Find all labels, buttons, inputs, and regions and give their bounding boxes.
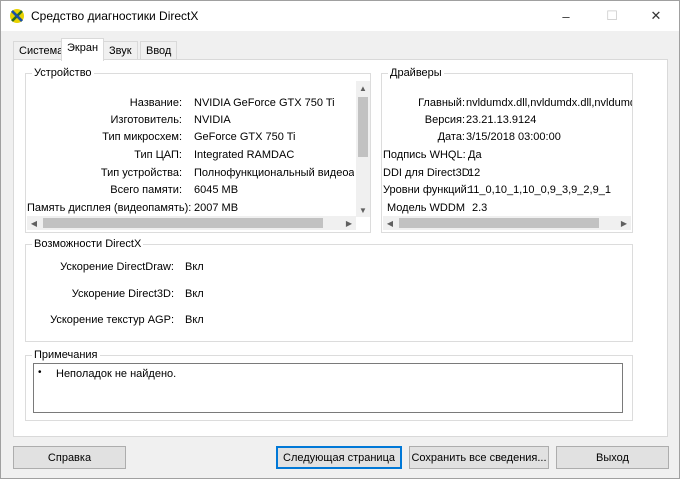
- driver-version-value: 23.21.13.9124: [466, 114, 537, 126]
- notes-group-title: Примечания: [32, 349, 100, 361]
- chip-type-label: Тип микросхем:: [102, 131, 182, 143]
- device-name-value: NVIDIA GeForce GTX 750 Ti: [194, 97, 335, 109]
- maximize-button[interactable]: ☐: [589, 1, 635, 31]
- drivers-horizontal-scroll-thumb[interactable]: [399, 218, 599, 228]
- direct3d-value: Вкл: [185, 288, 204, 300]
- driver-date-value: 3/15/2018 03:00:00: [466, 131, 561, 143]
- feature-levels-label: Уровни функций:: [383, 184, 470, 196]
- directx-diagnostic-window: Средство диагностики DirectX – ☐ ✕ Систе…: [0, 0, 680, 479]
- help-button[interactable]: Справка: [13, 446, 126, 469]
- wddm-model-value: 2.3: [472, 202, 488, 214]
- total-memory-value: 6045 MB: [194, 184, 239, 196]
- device-type-label: Тип устройства:: [100, 167, 182, 179]
- main-driver-value: nvldumdx.dll,nvldumdx.dll,nvldumdx.d: [466, 97, 632, 109]
- feature-levels-value: 11_0,10_1,10_0,9_3,9_2,9_1: [468, 184, 611, 196]
- scroll-left-icon[interactable]: ◀: [383, 216, 397, 230]
- tab-display[interactable]: Экран: [61, 38, 105, 61]
- agp-texture-label: Ускорение текстур AGP:: [50, 314, 174, 326]
- save-all-info-button[interactable]: Сохранить все сведения...: [409, 446, 549, 469]
- title-bar: Средство диагностики DirectX – ☐ ✕: [1, 1, 679, 31]
- device-group-title: Устройство: [32, 67, 94, 79]
- wddm-model-label: Модель WDDM: [387, 202, 465, 214]
- window-title: Средство диагностики DirectX: [31, 9, 199, 23]
- note-text: Неполадок не найдено.: [56, 368, 177, 380]
- tab-input[interactable]: Ввод: [140, 41, 178, 60]
- agp-texture-value: Вкл: [185, 314, 204, 326]
- device-vertical-scroll-thumb[interactable]: [358, 97, 368, 157]
- directx-icon: [10, 9, 24, 23]
- next-page-button[interactable]: Следующая страница: [276, 446, 402, 469]
- chip-type-value: GeForce GTX 750 Ti: [194, 131, 296, 143]
- driver-date-label: Дата:: [437, 131, 465, 143]
- close-button[interactable]: ✕: [633, 1, 679, 31]
- device-horizontal-scrollbar[interactable]: ◀ ▶: [27, 216, 356, 230]
- note-bullet: •: [38, 367, 42, 378]
- device-name-label: Название:: [129, 97, 182, 109]
- exit-button[interactable]: Выход: [556, 446, 669, 469]
- notes-textbox[interactable]: • Неполадок не найдено.: [33, 363, 623, 413]
- scroll-left-icon[interactable]: ◀: [27, 216, 41, 230]
- scroll-right-icon[interactable]: ▶: [342, 216, 356, 230]
- tab-sound[interactable]: Звук: [103, 41, 138, 60]
- direct3d-label: Ускорение Direct3D:: [71, 288, 174, 300]
- whql-label: Подпись WHQL:: [383, 149, 466, 161]
- scroll-down-icon[interactable]: ▼: [356, 203, 370, 217]
- display-memory-label: Память дисплея (видеопамять):: [27, 202, 192, 214]
- minimize-button[interactable]: –: [543, 1, 589, 31]
- device-horizontal-scroll-thumb[interactable]: [43, 218, 323, 228]
- drivers-horizontal-scrollbar[interactable]: ◀ ▶: [383, 216, 631, 230]
- ddi-value: 12: [468, 167, 481, 179]
- directdraw-label: Ускорение DirectDraw:: [60, 261, 174, 273]
- device-type-value: Полнофункциональный видеоадап: [194, 167, 354, 179]
- main-driver-label: Главный:: [418, 97, 465, 109]
- manufacturer-value: NVIDIA: [194, 114, 231, 126]
- dac-type-label: Тип ЦАП:: [134, 149, 182, 161]
- device-vertical-scrollbar[interactable]: ▲ ▼: [356, 81, 370, 217]
- manufacturer-label: Изготовитель:: [110, 114, 183, 126]
- directx-features-title: Возможности DirectX: [32, 238, 144, 250]
- scroll-up-icon[interactable]: ▲: [356, 81, 370, 95]
- ddi-label: DDI для Direct3D:: [383, 167, 473, 179]
- directdraw-value: Вкл: [185, 261, 204, 273]
- display-memory-value: 2007 MB: [194, 202, 239, 214]
- total-memory-label: Всего памяти:: [110, 184, 182, 196]
- scroll-right-icon[interactable]: ▶: [617, 216, 631, 230]
- whql-value: Да: [468, 149, 482, 161]
- driver-version-label: Версия:: [424, 114, 465, 126]
- dac-type-value: Integrated RAMDAC: [194, 149, 295, 161]
- drivers-group-title: Драйверы: [388, 67, 444, 79]
